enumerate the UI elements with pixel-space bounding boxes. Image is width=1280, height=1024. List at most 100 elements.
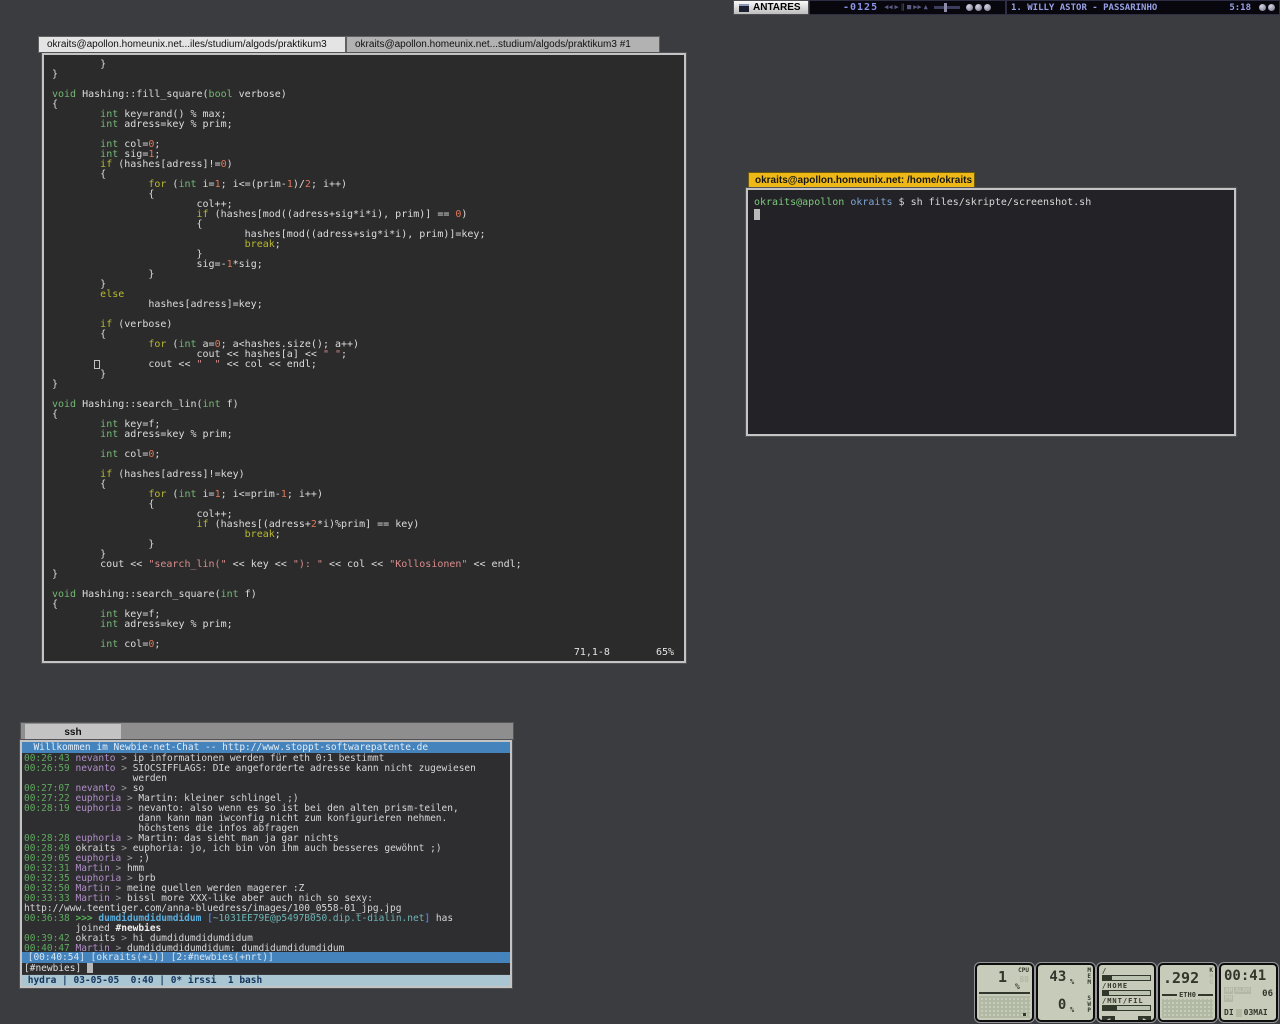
editor-window[interactable]: }} void Hashing::fill_square(bool verbos… — [42, 53, 686, 663]
clock-day: DI — [1224, 1008, 1234, 1017]
clock-date-row: DI 03MAI — [1224, 1008, 1268, 1017]
previous-button[interactable]: ◀◀ — [884, 1, 892, 14]
code-line: void Hashing::fill_square(bool verbose) — [52, 90, 684, 100]
terminal-body[interactable]: okraits@apollon okraits $ sh files/skrip… — [748, 190, 1234, 228]
cpu-ghost-digits: 88 — [1019, 975, 1029, 984]
code-line: cout << "search_lin(" << key << "): " <<… — [52, 560, 684, 570]
screen-hardstatus-bar: hydra | 03-05-05 0:40 | 0* irssi 1 bash — [22, 974, 510, 986]
editor-tab-1[interactable]: okraits@apollon.homeunix.net...iles/stud… — [38, 36, 346, 53]
clock-indicator-alrm: ALRM — [1234, 987, 1250, 994]
terminal-window[interactable]: okraits@apollon okraits $ sh files/skrip… — [746, 188, 1236, 436]
clock-time: 00:41 — [1224, 968, 1266, 984]
stop-button[interactable]: ■ — [907, 1, 911, 14]
mem-label: MEM — [1087, 968, 1091, 986]
player-main-shade: -0125 ◀◀▶‖■▶▶▲ — [809, 0, 1006, 15]
chat-line: 00:40:47 Martin > dumdidumdidumdidum: du… — [24, 944, 510, 952]
net-value: .292 — [1163, 969, 1199, 987]
irc-input-line[interactable]: [#newbies] — [22, 963, 510, 974]
cpu-value: 1 — [980, 968, 1007, 986]
fs-usage-bar — [1102, 1005, 1151, 1011]
memory-monitor: 888 43 % MEM 888 0 % SWP — [1036, 963, 1095, 1022]
clock-indicator-am: AM — [1224, 987, 1233, 994]
code-line: } — [52, 270, 684, 280]
playlist-shade: 1. WILLY ASTOR - PASSARINHO 5:18 — [1006, 0, 1280, 15]
code-line: int col=0; — [52, 450, 684, 460]
player-time-display: -0125 — [843, 2, 878, 13]
mem-unit: % — [1070, 978, 1074, 986]
editor-tab-2[interactable]: okraits@apollon.homeunix.net...studium/a… — [346, 36, 660, 53]
swp-unit: % — [1070, 1006, 1074, 1014]
taskbar-item-antares[interactable]: ANTARES — [733, 0, 809, 15]
fs-rows: //HOME/MNT/FIL — [1099, 965, 1154, 1014]
code-line: int adress=key % prim; — [52, 620, 684, 630]
fs-usage-bar — [1102, 990, 1151, 996]
clock-indicator-pm: PM — [1224, 995, 1233, 1002]
volume-handle[interactable] — [944, 3, 947, 12]
fs-mount-label: / — [1102, 967, 1151, 975]
code-line: } — [52, 380, 684, 390]
next-button[interactable]: ▶▶ — [913, 1, 921, 14]
player-shade-button[interactable] — [975, 4, 982, 11]
player-controls: ◀◀▶‖■▶▶▲ — [884, 1, 928, 14]
fs-left-arrow-button[interactable]: ◄ — [1102, 1016, 1115, 1022]
code-line: } — [52, 570, 684, 580]
vim-ruler: 71,1-8 65% — [574, 647, 674, 658]
net-label-row: ETH0 — [1162, 991, 1213, 999]
code-line: void Hashing::search_lin(int f) — [52, 400, 684, 410]
prompt-command: sh files/skripte/screenshot.sh — [911, 197, 1092, 208]
terminal-title-tab[interactable]: okraits@apollon.homeunix.net: /home/okra… — [748, 172, 975, 188]
player-minimize-button[interactable] — [966, 4, 973, 11]
lcd-monitor-dock: 888 1 CPU 88 % 888 43 % MEM 888 0 % SWP … — [975, 963, 1278, 1022]
playlist-close-button[interactable] — [1268, 4, 1275, 11]
cpu-monitor: 888 1 CPU 88 % — [975, 963, 1034, 1022]
net-scale-column: KMG — [1209, 968, 1213, 986]
cursor-position: 71,1-8 — [574, 647, 610, 658]
window-icon — [739, 4, 749, 12]
code-line: int adress=key % prim; — [52, 430, 684, 440]
code-line: } — [52, 60, 684, 70]
irc-message-list: 00:26:43 nevanto > ip informationen werd… — [22, 753, 510, 952]
clock-seconds: 06 — [1262, 989, 1273, 999]
swp-value: 0 — [1041, 997, 1066, 1013]
irc-input-text: [#newbies] — [24, 963, 87, 974]
code-line: hashes[adress]=key; — [52, 300, 684, 310]
code-line: if (verbose) — [52, 320, 684, 330]
fs-usage-bar — [1102, 975, 1151, 981]
terminal-cursor — [754, 209, 760, 220]
mem-value: 43 — [1041, 969, 1066, 985]
eject-button[interactable]: ▲ — [924, 1, 928, 14]
irc-tab-label: ssh — [64, 727, 81, 738]
terminal-title-label: okraits@apollon.homeunix.net: /home/okra… — [755, 175, 972, 186]
net-scale-g: G — [1209, 980, 1213, 986]
cpu-separator — [979, 992, 1030, 994]
cpu-unit: % — [1015, 982, 1020, 991]
swp-label: SWP — [1087, 996, 1091, 1014]
volume-slider[interactable] — [934, 6, 960, 9]
code-area: }} void Hashing::fill_square(bool verbos… — [44, 55, 684, 650]
net-interface-label: ETH0 — [1179, 991, 1196, 999]
cpu-graph-dot — [1023, 1013, 1026, 1016]
irc-status-bar: [00:40:54] [okraits(+i)] [2:#newbies(+nr… — [22, 952, 510, 963]
editor-tab-bar: okraits@apollon.homeunix.net...iles/stud… — [38, 36, 660, 53]
code-line: if (hashes[adress]!=0) — [52, 160, 684, 170]
irc-window[interactable]: Willkommen im Newbie-net-Chat -- http://… — [20, 740, 512, 988]
player-close-button[interactable] — [984, 4, 991, 11]
clock-ghost-block — [1236, 1009, 1242, 1017]
pause-button[interactable]: ‖ — [901, 1, 905, 14]
track-time: 5:18 — [1229, 3, 1251, 13]
code-line: cout << " " << col << endl; — [52, 360, 684, 370]
filesystem-monitor: //HOME/MNT/FIL ◄ ► — [1097, 963, 1156, 1022]
code-line: } — [52, 540, 684, 550]
irc-titlebar: ssh — [20, 722, 514, 740]
clock-indicators: AMALRMPM — [1224, 987, 1260, 1002]
irc-tab-ssh[interactable]: ssh — [25, 724, 121, 740]
clock-monitor: 88:88 00:41 AMALRMPM 06 DI 03MAI — [1219, 963, 1278, 1022]
net-graph — [1162, 999, 1213, 1018]
play-button[interactable]: ▶ — [895, 1, 899, 14]
cpu-label: CPU — [1018, 967, 1029, 974]
scroll-percent: 65% — [656, 647, 674, 658]
playlist-shade-button[interactable] — [1259, 4, 1266, 11]
clock-date: 03MAI — [1244, 1008, 1268, 1017]
fs-mount-label: /MNT/FIL — [1102, 997, 1151, 1005]
fs-right-arrow-button[interactable]: ► — [1138, 1016, 1151, 1022]
